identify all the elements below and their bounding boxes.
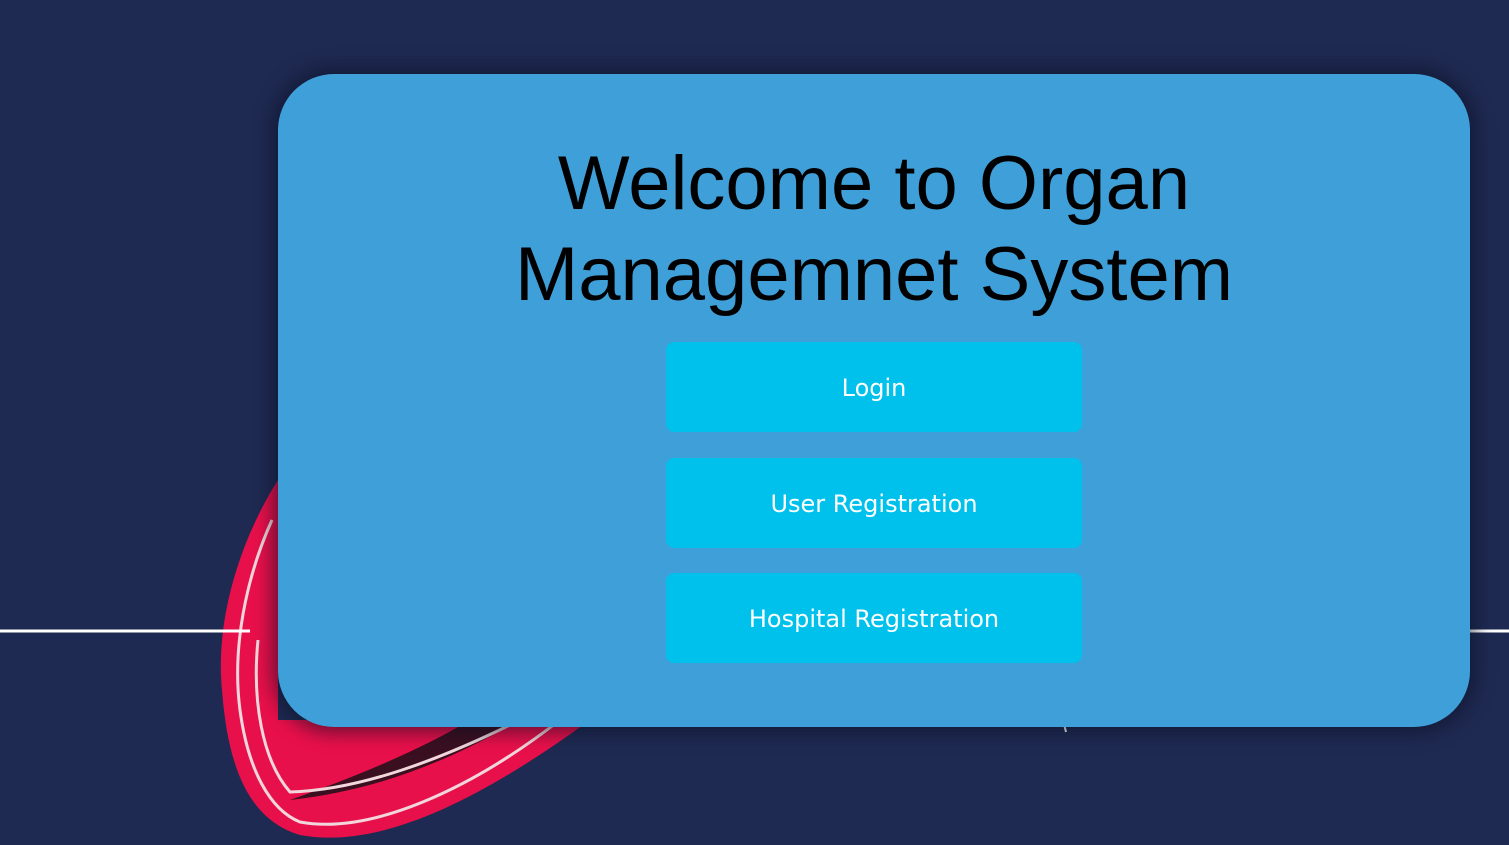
- login-button[interactable]: Login: [666, 342, 1082, 432]
- title-line-1: Welcome to Organ: [557, 141, 1191, 226]
- hospital-registration-button[interactable]: Hospital Registration: [666, 573, 1082, 663]
- user-registration-button[interactable]: User Registration: [666, 458, 1082, 548]
- title-line-2: Managemnet System: [514, 232, 1234, 317]
- welcome-card: Welcome to Organ Managemnet System Login …: [278, 74, 1470, 727]
- page-title: Welcome to Organ Managemnet System: [278, 138, 1470, 320]
